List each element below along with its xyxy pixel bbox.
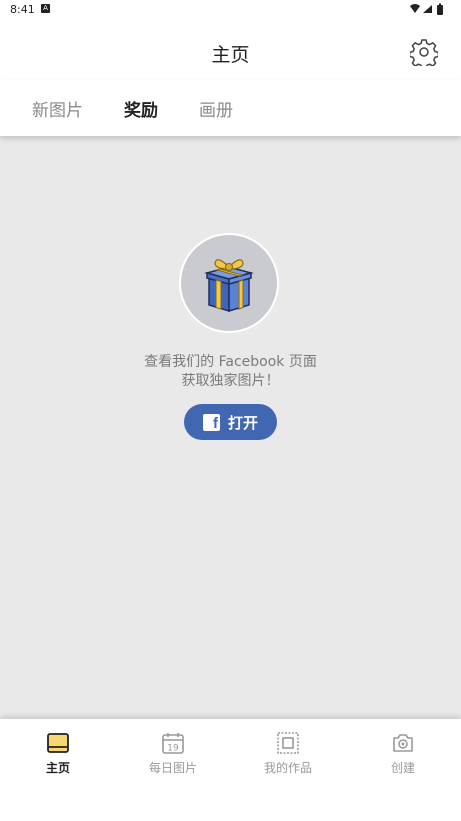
rewards-panel: 查看我们的 Facebook 页面 获取独家图片！ f 打开	[0, 136, 461, 719]
notification-a-icon: A	[41, 4, 50, 13]
tab-rewards[interactable]: 奖励	[124, 96, 158, 121]
gift-avatar	[179, 233, 279, 333]
open-button-label: 打开	[227, 413, 258, 432]
tab-bar: 新图片 奖励 画册	[0, 80, 461, 136]
nav-home[interactable]: 主页	[8, 731, 108, 776]
wifi-signal-battery-icon	[410, 3, 443, 15]
nav-daily[interactable]: 19 每日图片	[123, 731, 223, 776]
open-facebook-button[interactable]: f 打开	[184, 404, 277, 440]
book-icon	[47, 733, 69, 753]
reward-message-line2: 获取独家图片！	[181, 373, 280, 389]
camera-icon	[393, 734, 413, 752]
status-time: 8:41	[10, 3, 35, 16]
page-title: 主页	[211, 44, 250, 66]
tab-new-pictures[interactable]: 新图片	[32, 96, 83, 121]
frame-icon	[277, 732, 299, 754]
bottom-nav: 主页 19 每日图片 我的作品 创建	[0, 719, 461, 821]
nav-daily-label: 每日图片	[148, 761, 197, 775]
status-bar: 8:41 A	[0, 0, 461, 20]
calendar-number: 19	[167, 744, 179, 754]
reward-message-line1: 查看我们的 Facebook 页面	[144, 354, 317, 370]
app-header: 主页	[0, 20, 461, 80]
facebook-icon: f	[202, 413, 220, 431]
tab-album[interactable]: 画册	[199, 96, 233, 121]
nav-create-label: 创建	[390, 761, 415, 775]
nav-create[interactable]: 创建	[353, 731, 453, 776]
settings-button[interactable]	[409, 37, 439, 67]
status-icons	[409, 3, 451, 17]
gear-icon	[410, 39, 438, 66]
calendar-icon: 19	[162, 733, 184, 754]
nav-home-label: 主页	[45, 761, 70, 775]
nav-my-works[interactable]: 我的作品	[238, 731, 338, 776]
nav-my-works-label: 我的作品	[263, 761, 312, 775]
gift-box-icon	[204, 259, 254, 313]
